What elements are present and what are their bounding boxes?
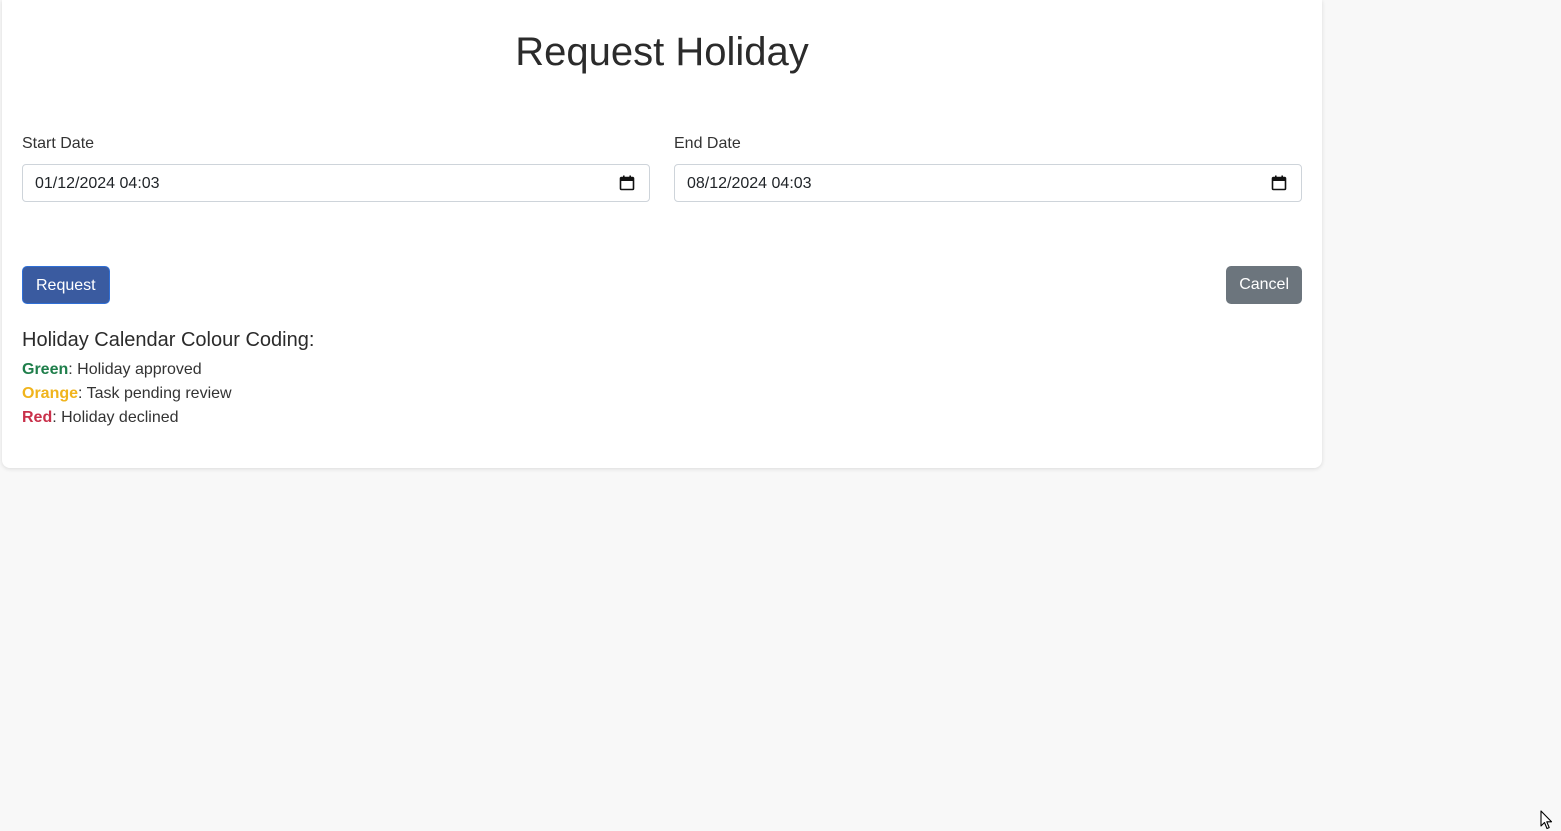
end-date-label: End Date — [674, 135, 741, 152]
legend-description: : Holiday approved — [68, 361, 202, 378]
holiday-request-card: Request Holiday Start Date 01/12/2024 04… — [2, 0, 1322, 468]
legend-item-green: Green: Holiday approved — [22, 358, 314, 382]
mouse-cursor-icon — [1540, 810, 1553, 830]
start-date-label: Start Date — [22, 135, 95, 152]
calendar-icon[interactable] — [1271, 175, 1287, 191]
start-date-field: Start Date 01/12/2024 04:03 — [22, 132, 650, 202]
start-date-input[interactable]: 01/12/2024 04:03 — [22, 164, 650, 202]
legend-item-red: Red: Holiday declined — [22, 406, 314, 430]
end-date-input[interactable]: 08/12/2024 04:03 — [674, 164, 1302, 202]
calendar-icon[interactable] — [619, 175, 635, 191]
legend-color-name: Red — [22, 409, 53, 426]
cancel-button[interactable]: Cancel — [1226, 266, 1302, 304]
start-date-value: 01/12/2024 04:03 — [35, 175, 160, 192]
page-title: Request Holiday — [515, 30, 809, 74]
end-date-field: End Date 08/12/2024 04:03 — [674, 132, 1302, 202]
legend-description: : Task pending review — [78, 385, 232, 402]
legend-title: Holiday Calendar Colour Coding: — [22, 329, 315, 351]
end-date-value: 08/12/2024 04:03 — [687, 175, 812, 192]
legend-description: : Holiday declined — [52, 409, 179, 426]
legend-color-name: Green — [22, 361, 69, 378]
request-button[interactable]: Request — [22, 266, 110, 304]
colour-coding-legend: Holiday Calendar Colour Coding: Green: H… — [22, 326, 314, 430]
legend-color-name: Orange — [22, 385, 79, 402]
legend-item-orange: Orange: Task pending review — [22, 382, 314, 406]
